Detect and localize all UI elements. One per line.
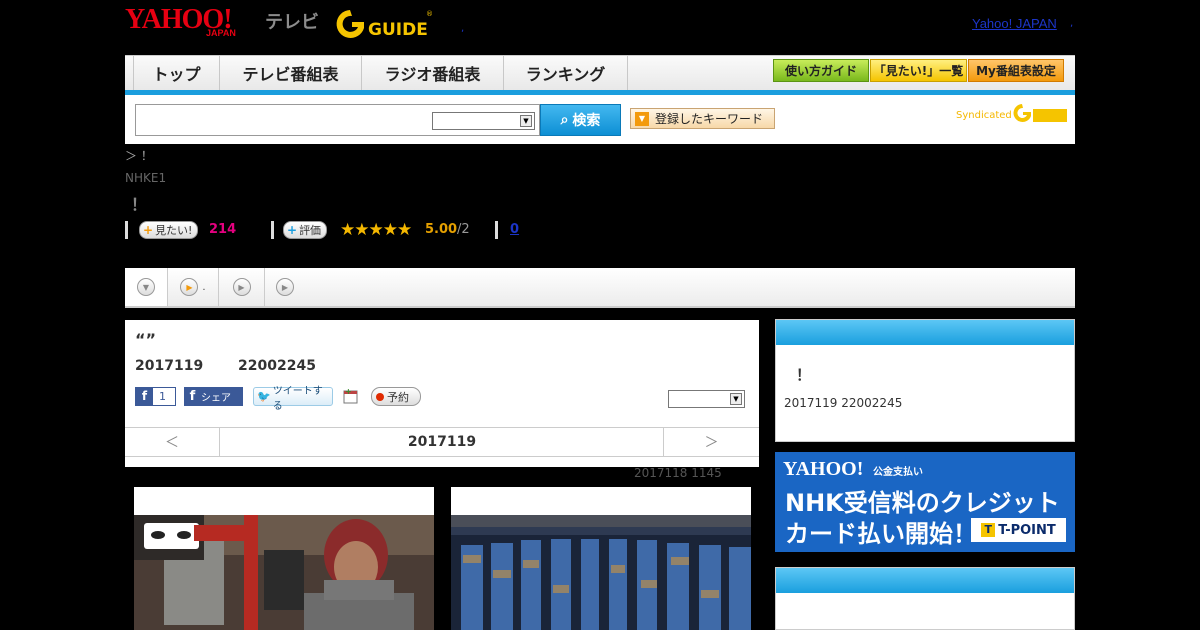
current-day: 2017119 — [407, 434, 477, 450]
sidebar-box-2 — [775, 567, 1075, 630]
breadcrumb: ＞ ！ — [125, 149, 153, 163]
tab-2[interactable]: ▶ . — [168, 268, 219, 306]
play-icon: ▶ — [180, 278, 199, 296]
header-dot: , — [461, 23, 465, 34]
reserve-button[interactable]: 予約 — [371, 387, 421, 406]
rating-count: /2 — [457, 222, 470, 237]
facebook-share-label: シェア — [201, 393, 231, 404]
facebook-icon: f — [189, 389, 196, 404]
my-listings-settings-button[interactable]: My番組表設定 — [968, 59, 1064, 82]
tweet-label: ツイートする — [272, 385, 323, 412]
prev-day-button[interactable]: ＜ — [125, 428, 220, 456]
rate-button[interactable]: + 評価 — [283, 221, 328, 239]
add-calendar-icon[interactable]: + — [343, 387, 359, 404]
want-list-button[interactable]: 「見たい!」一覧 — [870, 59, 967, 82]
banner-yahoo-logo: YAHOO! — [783, 458, 864, 480]
usage-guide-button[interactable]: 使い方ガイド — [773, 59, 869, 82]
want-count: 214 — [209, 222, 237, 237]
chevron-down-icon: ▼ — [520, 115, 532, 127]
reserve-label: 予約 — [387, 390, 409, 404]
facebook-share-button[interactable]: f シェア — [184, 387, 243, 406]
search-button[interactable]: ⌕ 検索 — [540, 104, 621, 136]
search-category-select[interactable]: ▼ — [432, 112, 535, 130]
plus-icon: + — [143, 223, 154, 237]
plus-icon: + — [287, 223, 298, 237]
nav-tab-tv-listings[interactable]: テレビ番組表 — [220, 56, 362, 90]
tab-4[interactable]: ▶ — [265, 268, 305, 306]
thumbnail-warehouse[interactable] — [451, 487, 751, 630]
banner-service-name: 公金支払い — [873, 467, 923, 478]
air-date: 2017119 — [135, 358, 204, 374]
star-rating: ★★★★★ — [340, 220, 412, 240]
banner-headline-1: NHK受信料のクレジット — [785, 489, 1060, 517]
syndicated-gguide-logo — [1013, 104, 1067, 122]
play-icon: ▶ — [232, 278, 251, 296]
registered-keywords-button[interactable]: ▼ 登録したキーワード — [630, 108, 775, 129]
sidebar-program-title: ！ — [796, 366, 812, 384]
divider — [495, 221, 498, 239]
svg-text:GUIDE: GUIDE — [368, 20, 428, 40]
divider — [271, 221, 274, 239]
channel-name: NHKE1 — [125, 171, 167, 185]
nav-tab-radio-listings[interactable]: ラジオ番組表 — [362, 56, 504, 90]
air-time: 22002245 — [238, 358, 316, 374]
twitter-bird-icon: 🐦 — [257, 390, 271, 403]
tpoint-label: T-POINT — [998, 522, 1056, 538]
tab-3[interactable]: ▶ — [219, 268, 265, 306]
facebook-like-button[interactable]: f 1 — [135, 387, 176, 406]
yahoo-japan-sublogo: JAPAN — [206, 28, 236, 38]
next-day-button[interactable]: ＞ — [663, 428, 759, 456]
syndicated-label: Syndicated — [956, 110, 1012, 121]
chevron-down-icon: ▼ — [137, 278, 155, 296]
recorder-select[interactable]: ▼ — [668, 390, 745, 408]
review-count-link[interactable]: 0 — [510, 222, 519, 237]
program-title: ！ — [131, 195, 148, 214]
triangle-down-icon: ▼ — [635, 111, 649, 126]
want-button[interactable]: + 見たい! — [139, 221, 199, 239]
warehouse-image — [451, 515, 751, 630]
tv-logo-text[interactable]: テレビ — [265, 8, 319, 34]
gguide-logo[interactable]: GUIDE ® — [334, 6, 434, 42]
divider — [125, 221, 128, 239]
banner-headline-2: カード払い開始！ — [785, 520, 977, 548]
sidebar-box-2-header — [776, 568, 1074, 593]
thumbnail-robot-worker[interactable] — [134, 487, 434, 630]
day-navigation: ＜ 2017119 ＞ — [125, 427, 759, 457]
want-label: 見たい! — [155, 224, 193, 237]
tab-2-label: . — [202, 281, 206, 293]
keyword-button-label: 登録したキーワード — [655, 112, 764, 126]
tpoint-icon: T — [981, 523, 996, 537]
sidebar-box-header — [776, 320, 1074, 345]
tab-program-info[interactable]: ▼ — [125, 268, 168, 306]
nav-tab-ranking[interactable]: ランキング — [504, 56, 628, 90]
svg-text:+: + — [345, 387, 352, 396]
play-icon: ▶ — [276, 278, 294, 296]
program-tab-strip: ▼ ▶ . ▶ ▶ — [125, 268, 1075, 308]
svg-text:®: ® — [426, 10, 433, 18]
updated-timestamp: 2017118 1145 — [634, 466, 722, 480]
global-nav: トップ テレビ番組表 ラジオ番組表 ランキング 使い方ガイド 「見たい!」一覧 … — [125, 55, 1075, 91]
nav-tab-top[interactable]: トップ — [133, 56, 220, 90]
rating-score: 5.00 — [425, 222, 458, 237]
program-quote: “” — [135, 330, 157, 349]
robot-worker-image — [134, 515, 434, 630]
chevron-down-icon: ▼ — [730, 393, 742, 405]
sidebar-air-datetime: 2017119 22002245 — [784, 396, 903, 410]
header-dot-2: , — [1070, 18, 1074, 29]
nhk-payment-ad-banner[interactable]: YAHOO! 公金支払い NHK受信料のクレジット カード払い開始！ T T-P… — [775, 452, 1075, 552]
facebook-icon: f — [136, 388, 153, 405]
tpoint-badge: T T-POINT — [971, 518, 1066, 542]
record-icon — [376, 392, 384, 401]
rate-label: 評価 — [299, 224, 322, 237]
tweet-button[interactable]: 🐦 ツイートする — [253, 386, 333, 412]
search-button-label: 検索 — [572, 113, 601, 129]
yahoo-japan-link[interactable]: Yahoo! JAPAN — [972, 16, 1057, 31]
search-icon: ⌕ — [560, 112, 569, 128]
facebook-like-count: 1 — [159, 390, 166, 403]
sidebar-broadcast-box — [775, 319, 1075, 442]
